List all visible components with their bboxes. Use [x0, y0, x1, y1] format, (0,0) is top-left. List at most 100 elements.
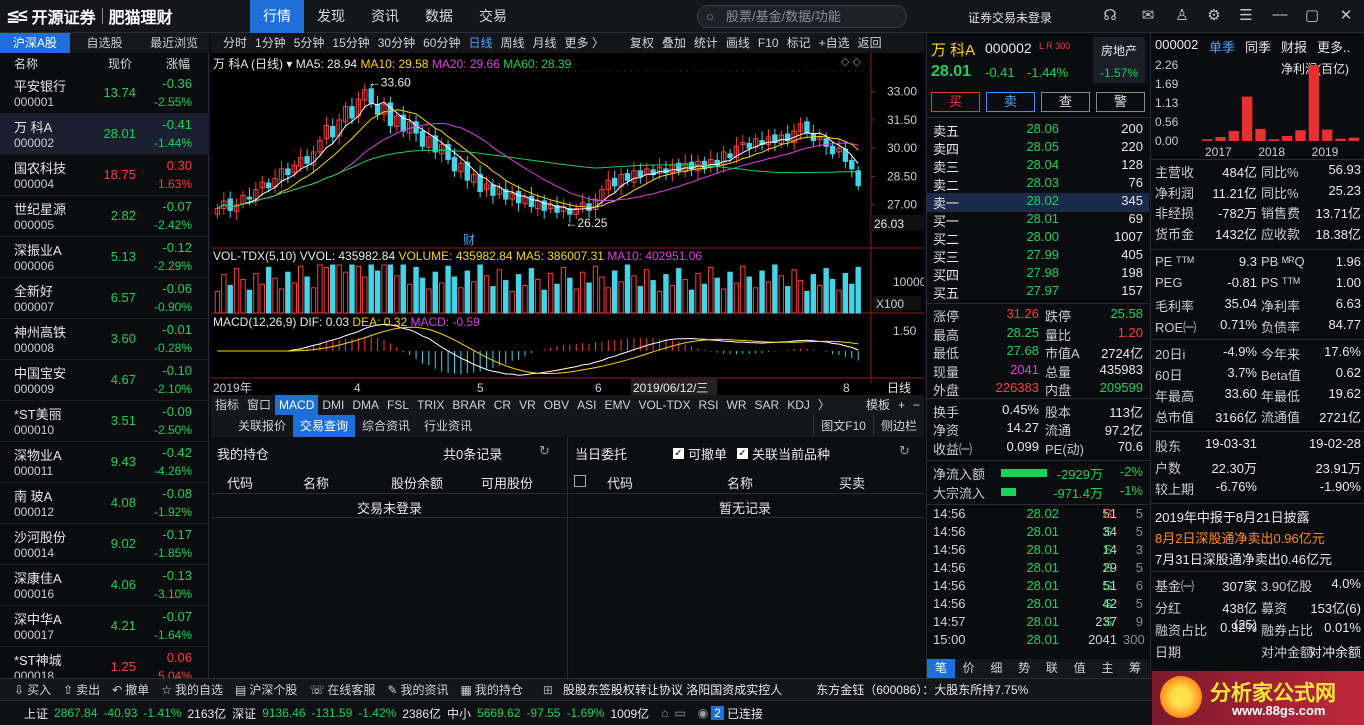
- nav-discover[interactable]: 发现: [304, 0, 358, 33]
- indicator-tab[interactable]: RSI: [694, 395, 722, 415]
- refresh-icon[interactable]: ↻: [539, 443, 550, 459]
- holdings-col-available[interactable]: 可用股份: [481, 473, 533, 492]
- indicator-tab[interactable]: OBV: [540, 395, 573, 415]
- stock-row[interactable]: 万 科A 000002 28.01 -0.41 -1.44%: [0, 114, 209, 155]
- period-tab[interactable]: 月线: [529, 33, 561, 53]
- bid-row[interactable]: 买四 27.98 198: [927, 265, 1149, 283]
- sector-box[interactable]: 房地产 -1.57%: [1093, 37, 1145, 83]
- col-price[interactable]: 现价: [108, 55, 132, 72]
- expand-icon[interactable]: ⊞: [543, 683, 553, 697]
- indicator-tab[interactable]: ASI: [573, 395, 600, 415]
- skin-icon[interactable]: ♙: [1172, 6, 1192, 24]
- fin-bar[interactable]: [1255, 128, 1266, 141]
- chart-action-button[interactable]: 叠加: [658, 33, 690, 53]
- col-name[interactable]: 名称: [14, 55, 38, 72]
- period-tab[interactable]: 60分钟: [419, 33, 464, 53]
- fin-bar[interactable]: [1295, 130, 1306, 141]
- chart-action-button[interactable]: 画线: [722, 33, 754, 53]
- col-change[interactable]: 涨幅: [166, 55, 190, 72]
- fin-bar[interactable]: [1228, 130, 1239, 141]
- period-tab[interactable]: 5分钟: [290, 33, 329, 53]
- tick-tab[interactable]: 笔: [927, 659, 955, 678]
- select-all-checkbox[interactable]: [574, 475, 586, 487]
- indicator-tab[interactable]: TRIX: [413, 395, 448, 415]
- minimize-icon[interactable]: —: [1270, 6, 1290, 23]
- period-tab[interactable]: 更多 〉: [561, 33, 608, 53]
- bottom-tool-button[interactable]: ⇧ 卖出: [57, 681, 106, 698]
- fin-bar[interactable]: [1202, 139, 1213, 141]
- cancelable-checkbox[interactable]: ✓ 可撤单: [673, 444, 727, 463]
- alert-button[interactable]: 警: [1096, 92, 1145, 112]
- chart-action-button[interactable]: 统计: [690, 33, 722, 53]
- holdings-col-balance[interactable]: 股份余额: [391, 473, 443, 492]
- buy-button[interactable]: 买: [931, 92, 980, 112]
- tab-watchlist[interactable]: 自选股: [70, 33, 140, 53]
- mail-icon[interactable]: ✉: [1138, 6, 1158, 24]
- entrust-col-side[interactable]: 买卖: [839, 473, 865, 492]
- indicator-tab[interactable]: KDJ: [783, 395, 814, 415]
- chart-action-button[interactable]: 标记: [783, 33, 815, 53]
- chart-action-button[interactable]: F10: [754, 33, 783, 53]
- tick-tab[interactable]: 势: [1010, 659, 1038, 678]
- fin-news-item[interactable]: 8月2日深股通净卖出0.96亿元: [1155, 528, 1325, 547]
- search-input[interactable]: ○ 股票/基金/数据/功能: [697, 5, 907, 28]
- bottom-tool-button[interactable]: ▦ 我的持仓: [454, 681, 528, 698]
- tab-general-news[interactable]: 综合资讯: [355, 415, 417, 437]
- tab-report[interactable]: 财报: [1281, 37, 1307, 56]
- indicator-tab[interactable]: BRAR: [448, 395, 489, 415]
- chat-icon[interactable]: ▭: [671, 706, 688, 720]
- tab-f10[interactable]: 图文F10: [813, 415, 873, 437]
- stock-row[interactable]: 国农科技 000004 18.75 0.30 1.63%: [0, 155, 209, 196]
- indicator-tab[interactable]: DMA: [348, 395, 383, 415]
- indicator-tab[interactable]: MACD: [275, 395, 319, 415]
- menu-icon[interactable]: ☰: [1236, 6, 1256, 24]
- stock-row[interactable]: 世纪星源 000005 2.82 -0.07 -2.42%: [0, 196, 209, 237]
- fin-bar[interactable]: [1215, 136, 1226, 141]
- entrust-col-code[interactable]: 代码: [607, 473, 633, 492]
- bottom-tool-button[interactable]: ☏ 在线客服: [303, 681, 381, 698]
- nav-news[interactable]: 资讯: [358, 0, 412, 33]
- fin-bar[interactable]: [1282, 135, 1293, 141]
- stock-row[interactable]: 中国宝安 000009 4.67 -0.10 -2.10%: [0, 360, 209, 401]
- tick-tab[interactable]: 主: [1094, 659, 1122, 678]
- stock-row[interactable]: 沙河股份 000014 9.02 -0.17 -1.85%: [0, 524, 209, 565]
- tab-single-quarter[interactable]: 单季: [1209, 37, 1235, 56]
- news-ticker[interactable]: 股股东签股权转让协议 洛阳国资成实控人: [563, 681, 782, 698]
- tab-trade-query[interactable]: 交易查询: [293, 415, 356, 437]
- bid-row[interactable]: 买三 27.99 405: [927, 247, 1149, 265]
- ask-row[interactable]: 卖一 28.02 345: [927, 193, 1149, 211]
- bid-row[interactable]: 买二 28.00 1007: [927, 229, 1149, 247]
- related-product-checkbox[interactable]: ✓ 关联当前品种: [737, 444, 830, 463]
- tick-tab[interactable]: 细: [983, 659, 1011, 678]
- tab-more[interactable]: 更多..: [1317, 37, 1350, 56]
- news-ticker-2[interactable]: 东方金钰（600086）：大股东所持7.75%: [816, 681, 1028, 698]
- indicator-tab[interactable]: CR: [490, 395, 515, 415]
- fin-bar[interactable]: [1322, 129, 1333, 141]
- stock-row[interactable]: 深康佳A 000016 4.06 -0.13 -3.10%: [0, 565, 209, 606]
- stock-row[interactable]: *ST美丽 000010 3.51 -0.09 -2.50%: [0, 401, 209, 442]
- period-tab[interactable]: 15分钟: [328, 33, 373, 53]
- indicator-tab[interactable]: WR: [723, 395, 751, 415]
- indicator-tab[interactable]: 模板: [862, 395, 894, 415]
- stock-row[interactable]: 全新好 000007 6.57 -0.06 -0.90%: [0, 278, 209, 319]
- bid-row[interactable]: 买五 27.97 157: [927, 283, 1149, 301]
- bottom-tool-button[interactable]: ↶ 撤单: [106, 681, 155, 698]
- bottom-tool-button[interactable]: ✎ 我的资讯: [381, 681, 454, 698]
- bottom-tool-button[interactable]: ⇩ 买入: [8, 681, 57, 698]
- indicator-tab[interactable]: 〉: [814, 395, 834, 415]
- indicator-tab[interactable]: FSL: [383, 395, 413, 415]
- tick-tab[interactable]: 值: [1066, 659, 1094, 678]
- indicator-tab[interactable]: VOL-TDX: [634, 395, 694, 415]
- chart-action-button[interactable]: 复权: [626, 33, 658, 53]
- indicator-tab[interactable]: DMI: [318, 395, 348, 415]
- ask-row[interactable]: 卖二 28.03 76: [927, 175, 1149, 193]
- nav-quotes[interactable]: 行情: [250, 0, 304, 33]
- stock-row[interactable]: 平安银行 000001 13.74 -0.36 -2.55%: [0, 73, 209, 114]
- gear-icon[interactable]: ⚙: [1204, 6, 1224, 24]
- bid-row[interactable]: 买一 28.01 69: [927, 211, 1149, 229]
- fin-news-item[interactable]: 7月31日深股通净卖出0.46亿元: [1155, 549, 1332, 568]
- period-tab[interactable]: 分时: [219, 33, 251, 53]
- indicator-tab[interactable]: +: [894, 395, 909, 415]
- chart-action-button[interactable]: 返回: [854, 33, 886, 53]
- close-icon[interactable]: ✕: [1336, 6, 1356, 24]
